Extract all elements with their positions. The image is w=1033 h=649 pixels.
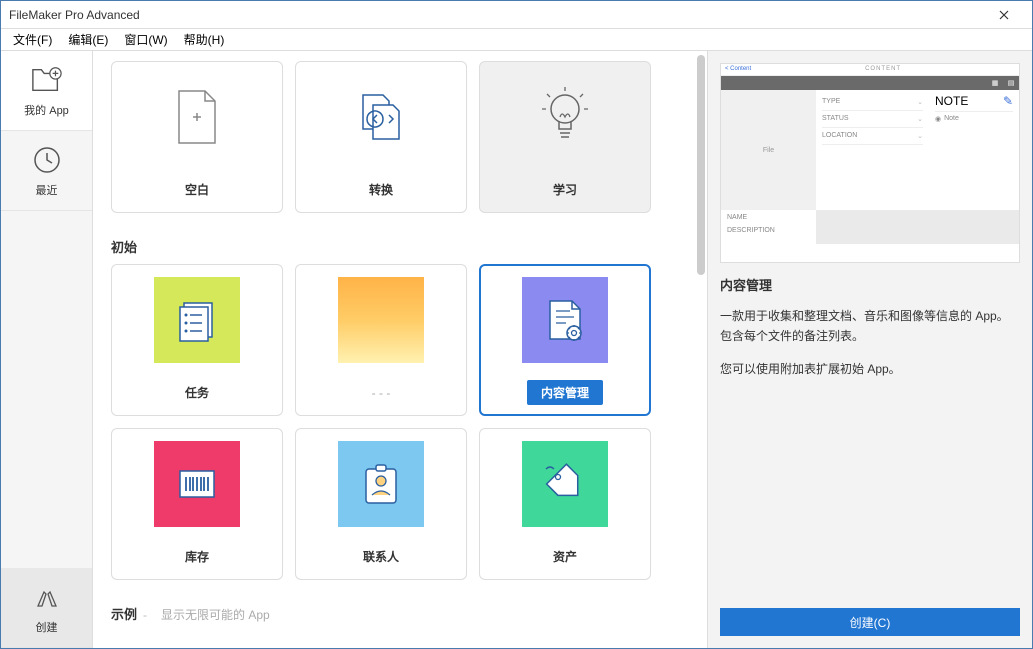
menu-file[interactable]: 文件(F) [5, 29, 60, 50]
edit-icon: ✎ [1003, 94, 1013, 108]
close-button[interactable] [984, 1, 1024, 29]
card-gradient[interactable]: - - - [295, 264, 467, 416]
section-initial-title: 初始 [111, 237, 707, 256]
template-gallery: 空白 转换 学习 初始 [93, 51, 707, 648]
sidebar-label-myapp: 我的 App [24, 102, 69, 118]
sidebar-item-create[interactable]: 创建 [1, 568, 92, 648]
preview-note-item: Note [944, 115, 959, 123]
gradient-tile-icon [338, 277, 424, 363]
details-panel: < Content CONTENT ▦ ▤ File TYPE⌄ STATUS⌄ [707, 51, 1032, 648]
sidebar: 我的 App 最近 创建 [1, 51, 93, 648]
preview-location: LOCATION [822, 132, 857, 140]
preview-toolbar-icon: ▦ [987, 76, 1003, 90]
convert-icon [353, 89, 409, 145]
card-assets[interactable]: 资产 [479, 428, 651, 580]
card-tasks[interactable]: 任务 [111, 264, 283, 416]
menu-help[interactable]: 帮助(H) [176, 29, 233, 50]
folder-plus-icon [31, 64, 63, 96]
card-label: 转换 [369, 181, 393, 198]
titlebar: FileMaker Pro Advanced [1, 1, 1032, 29]
card-label: - - - [372, 386, 391, 400]
preview-header: CONTENT [751, 66, 1015, 73]
blank-page-icon [175, 89, 219, 145]
preview-file-area: File [721, 90, 816, 210]
card-label: 资产 [553, 548, 577, 565]
details-title: 内容管理 [720, 275, 1020, 294]
details-line2: 您可以使用附加表扩展初始 App。 [720, 359, 1020, 379]
create-button[interactable]: 创建(C) [720, 608, 1020, 636]
card-convert[interactable]: 转换 [295, 61, 467, 213]
preview-status: STATUS [822, 115, 849, 123]
section-example-title: 示例 [111, 604, 137, 623]
gallery-scrollbar[interactable] [693, 51, 707, 648]
tag-icon [540, 459, 590, 509]
lightbulb-icon [540, 87, 590, 147]
details-line1: 一款用于收集和整理文档、音乐和图像等信息的 App。包含每个文件的备注列表。 [720, 306, 1020, 347]
preview-type: TYPE [822, 98, 840, 106]
window-title: FileMaker Pro Advanced [9, 8, 984, 22]
sidebar-label-recent: 最近 [36, 182, 58, 198]
menu-window[interactable]: 窗口(W) [116, 29, 175, 50]
id-card-icon [356, 459, 406, 509]
card-label: 任务 [185, 384, 209, 401]
card-label: 联系人 [363, 548, 399, 565]
preview-toolbar-icon: ▤ [1003, 76, 1019, 90]
card-label: 空白 [185, 181, 209, 198]
card-blank[interactable]: 空白 [111, 61, 283, 213]
preview-desc: DESCRIPTION [727, 227, 810, 234]
preview-back: < Content [725, 66, 751, 73]
card-inventory[interactable]: 库存 [111, 428, 283, 580]
document-gear-icon [540, 295, 590, 345]
section-example-sub: 显示无限可能的 App [161, 606, 270, 623]
brush-pencil-icon [31, 581, 63, 613]
card-contacts[interactable]: 联系人 [295, 428, 467, 580]
card-learn[interactable]: 学习 [479, 61, 651, 213]
menu-edit[interactable]: 编辑(E) [60, 29, 116, 50]
card-label: 库存 [185, 548, 209, 565]
sidebar-item-recent[interactable]: 最近 [1, 131, 92, 211]
card-content-mgmt[interactable]: 内容管理 [479, 264, 651, 416]
card-label: 内容管理 [527, 380, 603, 405]
card-label: 学习 [553, 181, 577, 198]
close-icon [999, 10, 1009, 20]
bullet-icon: ◉ [935, 115, 941, 123]
barcode-icon [172, 459, 222, 509]
preview-note-hdr: NOTE [935, 94, 968, 108]
tasks-icon [172, 295, 222, 345]
menubar: 文件(F) 编辑(E) 窗口(W) 帮助(H) [1, 29, 1032, 51]
preview-name: NAME [727, 214, 810, 221]
template-preview: < Content CONTENT ▦ ▤ File TYPE⌄ STATUS⌄ [720, 63, 1020, 263]
sidebar-item-myapp[interactable]: 我的 App [1, 51, 92, 131]
sidebar-label-create: 创建 [36, 619, 58, 635]
scroll-thumb[interactable] [697, 55, 705, 275]
clock-icon [31, 144, 63, 176]
